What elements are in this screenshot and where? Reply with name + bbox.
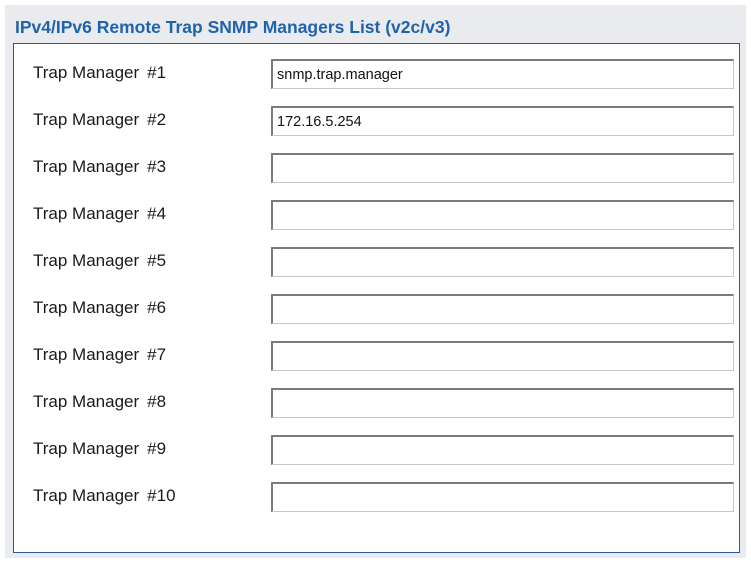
trap-manager-row-9: Trap Manager #9 bbox=[14, 435, 739, 465]
trap-manager-label-9: Trap Manager #9 bbox=[33, 439, 167, 458]
trap-manager-input-7[interactable] bbox=[271, 341, 734, 371]
trap-manager-row-7: Trap Manager #7 bbox=[14, 341, 739, 371]
trap-manager-label-8: Trap Manager #8 bbox=[33, 392, 167, 411]
trap-manager-input-8[interactable] bbox=[271, 388, 734, 418]
trap-manager-input-2[interactable] bbox=[271, 106, 734, 136]
trap-manager-row-5: Trap Manager #5 bbox=[14, 247, 739, 277]
trap-manager-row-8: Trap Manager #8 bbox=[14, 388, 739, 418]
trap-manager-row-6: Trap Manager #6 bbox=[14, 294, 739, 324]
trap-manager-input-10[interactable] bbox=[271, 482, 734, 512]
trap-manager-label-2: Trap Manager #2 bbox=[33, 110, 167, 129]
trap-manager-label-10: Trap Manager #10 bbox=[33, 486, 176, 505]
trap-manager-label-7: Trap Manager #7 bbox=[33, 345, 167, 364]
trap-manager-input-6[interactable] bbox=[271, 294, 734, 324]
trap-manager-label-1: Trap Manager #1 bbox=[33, 63, 167, 82]
trap-manager-row-4: Trap Manager #4 bbox=[14, 200, 739, 230]
trap-manager-label-4: Trap Manager #4 bbox=[33, 204, 167, 223]
trap-managers-panel: IPv4/IPv6 Remote Trap SNMP Managers List… bbox=[5, 5, 746, 558]
trap-managers-list: Trap Manager#1 Trap Manager#2 Trap Manag… bbox=[13, 43, 740, 553]
trap-manager-row-2: Trap Manager #2 bbox=[14, 106, 739, 136]
trap-manager-input-3[interactable] bbox=[271, 153, 734, 183]
trap-manager-input-5[interactable] bbox=[271, 247, 734, 277]
trap-manager-row-3: Trap Manager #3 bbox=[14, 153, 739, 183]
trap-manager-row-1: Trap Manager #1 bbox=[14, 59, 739, 89]
trap-manager-input-4[interactable] bbox=[271, 200, 734, 230]
trap-manager-row-10: Trap Manager #10 bbox=[14, 482, 739, 512]
trap-manager-input-1[interactable] bbox=[271, 59, 734, 89]
trap-manager-label-6: Trap Manager #6 bbox=[33, 298, 167, 317]
trap-manager-label-5: Trap Manager #5 bbox=[33, 251, 167, 270]
panel-title: IPv4/IPv6 Remote Trap SNMP Managers List… bbox=[15, 17, 451, 37]
trap-manager-label-3: Trap Manager #3 bbox=[33, 157, 167, 176]
trap-manager-input-9[interactable] bbox=[271, 435, 734, 465]
